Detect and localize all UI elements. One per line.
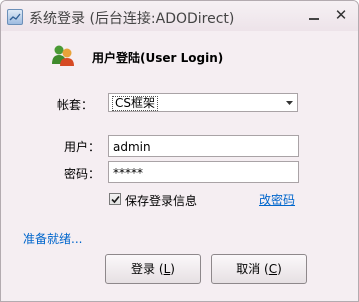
account-label: 帐套： bbox=[57, 98, 94, 112]
account-select-value: CS框架 bbox=[112, 96, 158, 111]
login-button-label: 登录 bbox=[131, 262, 156, 276]
cancel-button[interactable]: 取消 (C) bbox=[211, 254, 307, 284]
status-text: 准备就绪... bbox=[23, 232, 83, 246]
app-window-icon bbox=[7, 9, 23, 25]
remember-label[interactable]: 保存登录信息 bbox=[125, 192, 197, 209]
username-value: admin bbox=[113, 140, 151, 154]
username-field[interactable]: admin bbox=[108, 135, 299, 157]
cancel-button-paren-open: ( bbox=[260, 262, 269, 276]
account-select[interactable]: CS框架 bbox=[108, 93, 298, 112]
cancel-button-label: 取消 bbox=[236, 262, 261, 276]
password-value: ***** bbox=[113, 166, 143, 180]
check-icon bbox=[111, 195, 120, 204]
login-button-paren-open: ( bbox=[155, 262, 164, 276]
remember-checkbox[interactable] bbox=[109, 193, 121, 205]
login-heading: 用户登陆(User Login) bbox=[92, 51, 224, 65]
login-window: 系统登录 (后台连接:ADODirect) ✕ 用户登陆(User Login)… bbox=[0, 0, 359, 302]
cancel-button-shortcut: C bbox=[268, 262, 278, 276]
login-button-paren-close: ) bbox=[170, 262, 175, 276]
window-title: 系统登录 (后台连接:ADODirect) bbox=[29, 11, 235, 27]
login-button[interactable]: 登录 (L) bbox=[105, 254, 201, 284]
close-button[interactable]: ✕ bbox=[331, 5, 351, 25]
password-field[interactable]: ***** bbox=[108, 161, 299, 183]
password-label: 密码： bbox=[64, 167, 101, 181]
minimize-icon bbox=[309, 18, 319, 20]
user-label: 用户： bbox=[64, 140, 101, 154]
minimize-button[interactable] bbox=[306, 5, 326, 25]
chevron-down-icon[interactable] bbox=[282, 94, 297, 111]
users-icon bbox=[51, 44, 77, 66]
cancel-button-paren-close: ) bbox=[277, 262, 282, 276]
change-password-link[interactable]: 改密码 bbox=[259, 191, 295, 208]
title-bar[interactable]: 系统登录 (后台连接:ADODirect) ✕ bbox=[1, 1, 358, 31]
